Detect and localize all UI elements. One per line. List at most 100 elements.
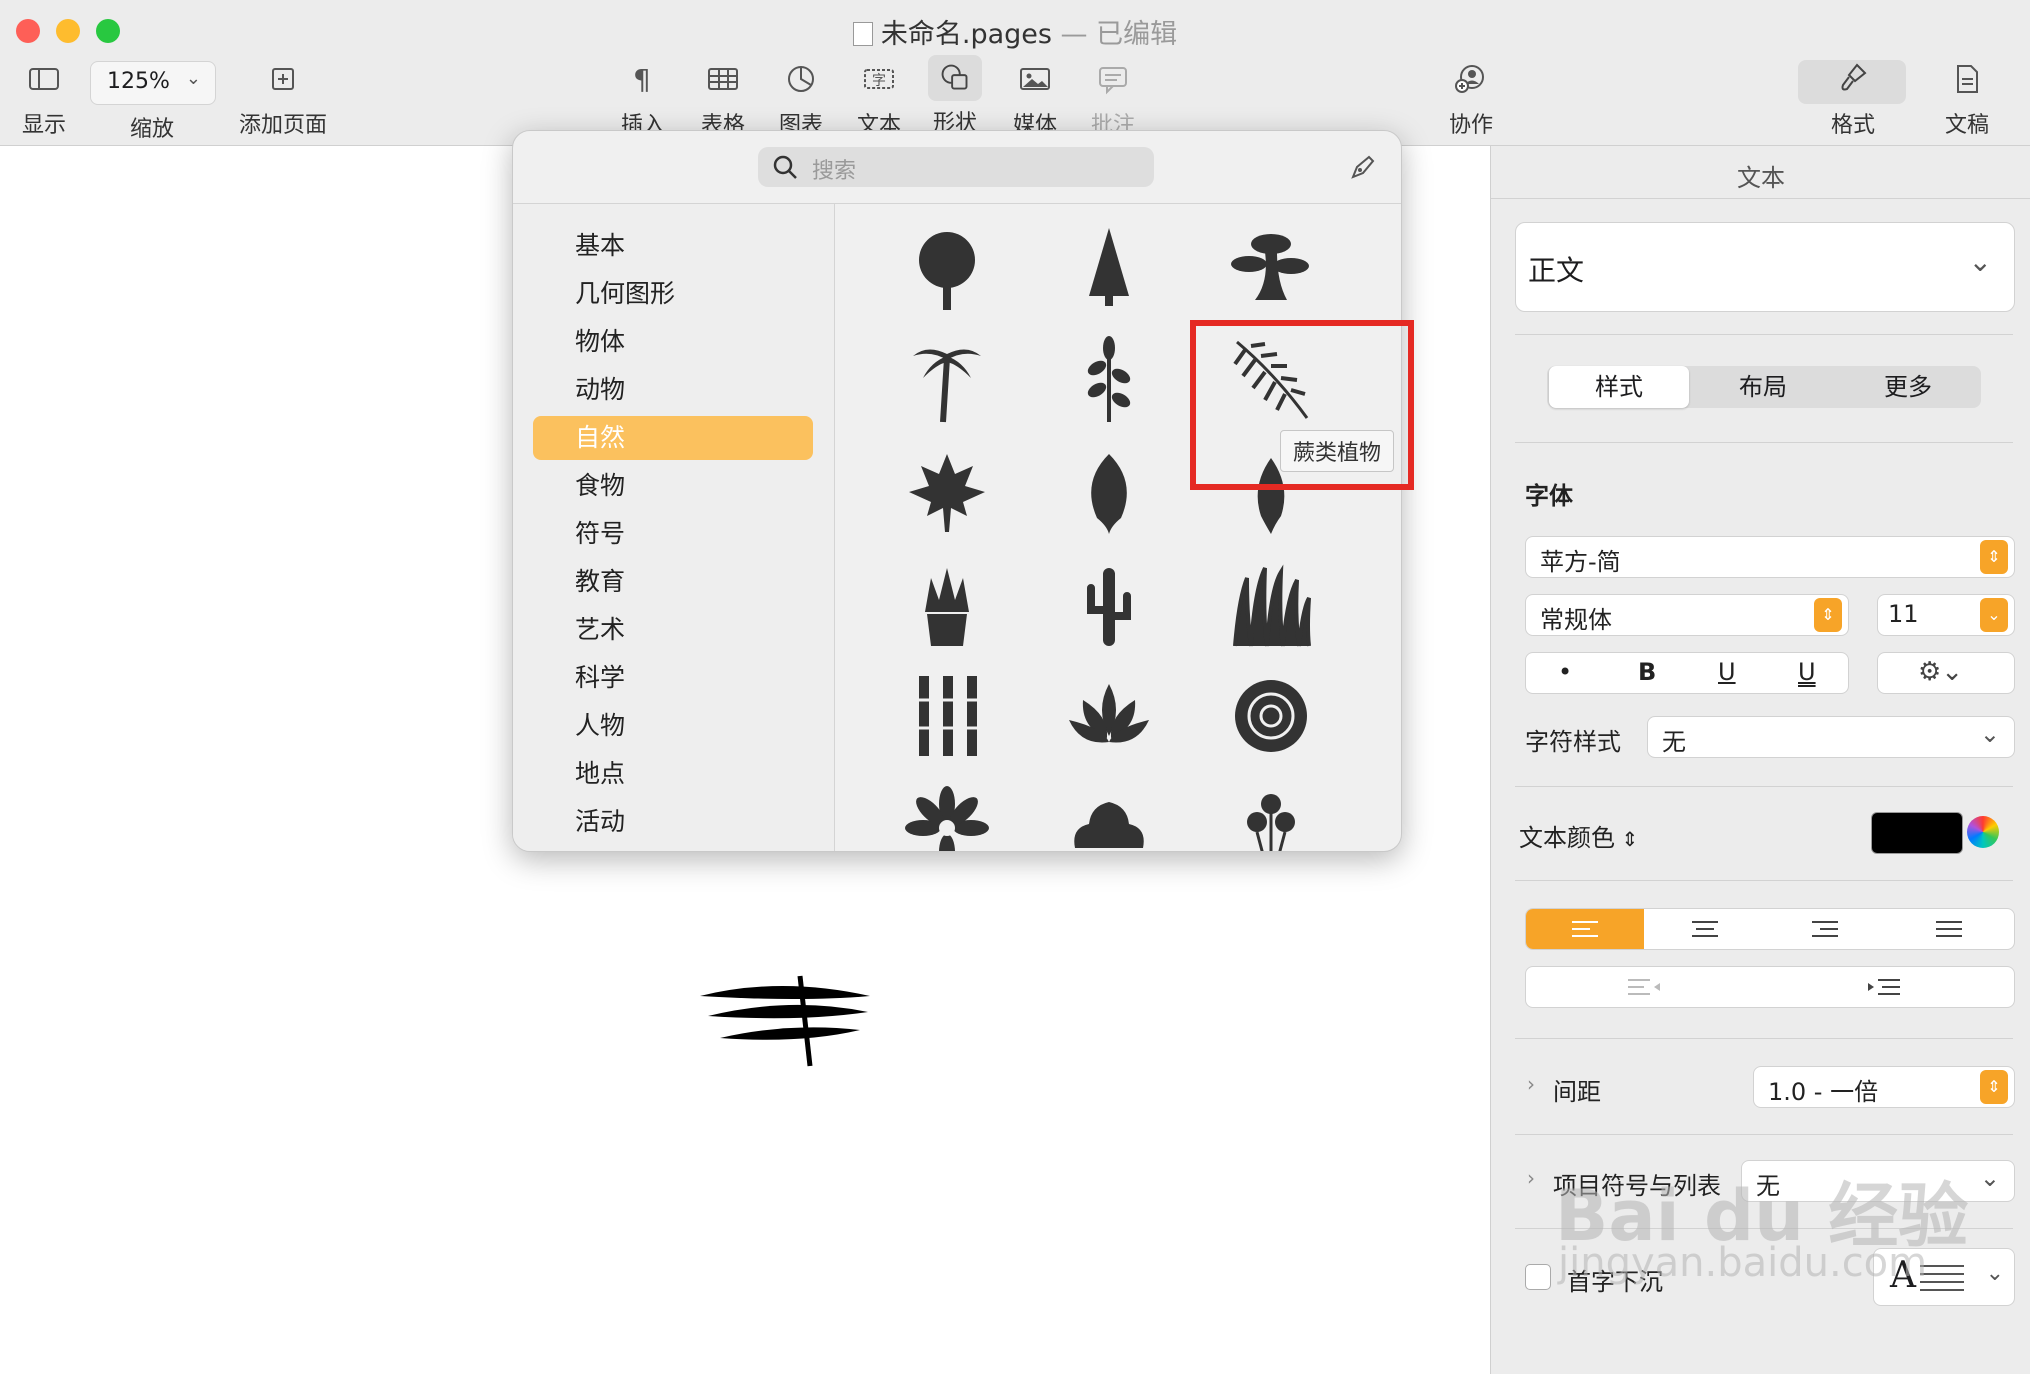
text-color-well[interactable] [1871,812,1963,854]
text-options-button[interactable]: ⚙⌄ [1877,652,2015,694]
lotus-icon[interactable] [1063,670,1155,762]
paragraph-style-dropdown[interactable]: 正文 ⌄ [1515,222,2015,312]
increase-indent-icon[interactable] [1866,977,1902,997]
palm-tree-icon[interactable] [901,334,993,426]
align-right-icon [1812,921,1838,937]
pen-draw-icon[interactable] [1347,151,1379,183]
tree-icon[interactable] [901,222,993,314]
section-divider [1515,1038,2013,1039]
paintbrush-icon [1841,63,1867,91]
add-page-button[interactable]: 添加页面 [236,55,330,139]
category-activities[interactable]: 活动 [533,800,813,844]
comment-button[interactable]: 批注 [1086,55,1140,139]
text-color-label: 文本颜色 [1519,824,1615,852]
svg-text:字: 字 [872,73,886,89]
gear-icon: ⚙⌄ [1918,657,1964,687]
leaf-icon[interactable] [1063,446,1155,538]
chevron-down-icon: ⌄ [185,68,201,89]
view-button[interactable]: 显示 [14,55,74,139]
bamboo-icon[interactable] [901,670,993,762]
window-toolbar: 未命名.pages — 已编辑 显示 125% ⌄ 缩放 添加页面 ¶ 插入 表… [0,0,2030,146]
format-label: 格式 [1830,113,1875,138]
category-education[interactable]: 教育 [533,560,813,604]
collaborate-button[interactable]: 协作 [1444,55,1498,139]
fern-shape-on-page[interactable] [690,826,890,1076]
chart-button[interactable]: 图表 [776,55,826,139]
spacing-select[interactable]: 1.0 - 一倍 ⇕ [1753,1066,2015,1108]
flowers-icon[interactable] [1225,782,1317,852]
document-button[interactable]: 文稿 [1940,55,1994,139]
chevron-right-icon[interactable]: › [1527,1166,1535,1190]
maple-leaf-icon[interactable] [901,446,993,538]
color-wheel-icon[interactable] [1967,816,1999,848]
chevron-down-icon: ⌄ [1979,1164,2000,1192]
category-animals[interactable]: 动物 [533,368,813,412]
chevron-down-icon: ⌄ [1985,1261,2004,1286]
insert-button[interactable]: ¶ 插入 [618,55,668,139]
section-divider [1515,1134,2013,1135]
category-people[interactable]: 人物 [533,704,813,748]
category-art[interactable]: 艺术 [533,608,813,652]
add-page-label: 添加页面 [238,113,327,138]
tab-layout[interactable]: 布局 [1693,366,1833,408]
category-objects[interactable]: 物体 [533,320,813,364]
category-geometry[interactable]: 几何图形 [533,272,813,316]
grass-icon[interactable] [1225,558,1317,650]
chevron-down-icon[interactable]: ⌄ [1980,598,2008,632]
category-nature[interactable]: 自然 [533,416,813,460]
category-symbols[interactable]: 符号 [533,512,813,556]
tab-style[interactable]: 样式 [1549,366,1689,408]
bonsai-icon[interactable] [1225,222,1317,314]
hibiscus-icon[interactable] [1063,782,1155,852]
up-down-chevron-icon: ⇕ [1980,1070,2008,1104]
char-style-label: 字符样式 [1525,728,1621,756]
align-right-button[interactable] [1766,909,1884,949]
spacing-label: 间距 [1553,1078,1601,1106]
font-size-value: 11 [1888,600,1919,628]
text-color-label-wrap[interactable]: 文本颜色 ⇕ [1519,818,1638,853]
decrease-indent-icon[interactable] [1626,977,1662,997]
section-divider [1515,442,2013,443]
justify-button[interactable] [1886,909,2014,949]
bullet-format-button[interactable]: • [1558,658,1572,686]
category-basic[interactable]: 基本 [533,224,813,268]
zoom-dropdown[interactable]: 125% ⌄ [90,61,216,105]
table-button[interactable]: 表格 [698,55,748,139]
char-style-value: 无 [1662,728,1686,756]
font-section-title: 字体 [1525,482,1573,510]
char-style-select[interactable]: 无 ⌄ [1647,716,2015,758]
text-button[interactable]: 字 文本 [854,55,904,139]
branch-icon[interactable] [1063,334,1155,426]
rose-icon[interactable] [1225,670,1317,762]
shape-icon [928,55,982,101]
align-left-button[interactable] [1526,909,1644,949]
up-down-chevron-icon: ⇕ [1615,827,1639,851]
table-icon [708,68,738,90]
double-underline-button[interactable]: U [1798,658,1816,686]
font-weight-select[interactable]: 常规体 ⇕ [1525,594,1849,636]
format-button[interactable]: 格式 [1826,55,1880,139]
daisy-icon[interactable] [901,782,993,852]
dropcap-checkbox[interactable] [1525,1264,1551,1290]
font-family-select[interactable]: 苹方-简 ⇕ [1525,536,2015,578]
shape-button[interactable]: 形状 [928,55,982,137]
media-button[interactable]: 媒体 [1008,55,1062,139]
category-food[interactable]: 食物 [533,464,813,508]
succulent-icon[interactable] [901,558,993,650]
pine-tree-icon[interactable] [1063,222,1155,314]
shape-search-input[interactable]: 搜索 [758,147,1154,187]
category-places[interactable]: 地点 [533,752,813,796]
tab-more[interactable]: 更多 [1837,366,1979,408]
align-center-button[interactable] [1646,909,1764,949]
bold-button[interactable]: B [1638,658,1656,686]
category-science[interactable]: 科学 [533,656,813,700]
underline-button[interactable]: U [1718,658,1736,686]
window-title: 未命名.pages — 已编辑 [0,12,2030,51]
view-label: 显示 [21,113,66,138]
shape-grid [835,204,1401,851]
font-size-field[interactable]: 11 ⌄ [1877,594,2015,636]
cactus-icon[interactable] [1063,558,1155,650]
chevron-right-icon[interactable]: › [1527,1072,1535,1096]
sidebar-icon [29,68,59,90]
font-weight-value: 常规体 [1540,606,1612,634]
